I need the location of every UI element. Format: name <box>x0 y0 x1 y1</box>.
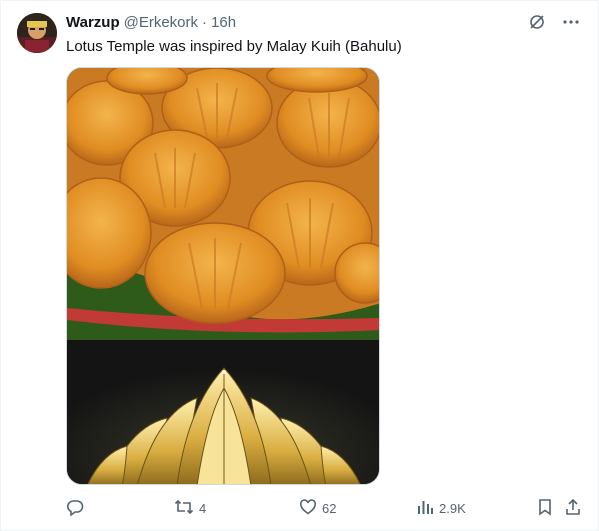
bookmark-button[interactable] <box>536 498 554 518</box>
repost-icon <box>174 498 194 519</box>
tweet-top-actions <box>527 12 581 32</box>
tweet-actions: 4 62 2.9K <box>66 498 581 520</box>
author-handle[interactable]: @Erkekork <box>124 14 198 32</box>
tweet-text: Lotus Temple was inspired by Malay Kuih … <box>66 38 402 55</box>
heart-icon <box>299 498 317 519</box>
grok-icon[interactable] <box>527 12 547 32</box>
repost-count: 4 <box>199 500 207 516</box>
like-button[interactable]: 62 <box>299 498 336 518</box>
reply-icon <box>66 498 84 519</box>
kuih-bahulu-image <box>67 68 379 340</box>
tweet-media[interactable] <box>66 67 380 485</box>
more-icon[interactable] <box>561 12 581 32</box>
share-icon <box>564 498 582 519</box>
views-button[interactable]: 2.9K <box>416 498 466 518</box>
lotus-temple-image <box>67 340 379 484</box>
like-count: 62 <box>322 500 337 516</box>
views-icon <box>416 498 434 519</box>
tweet-header: Warzup @Erkekork · 16h <box>66 14 236 32</box>
repost-button[interactable]: 4 <box>174 498 206 518</box>
bookmark-icon <box>536 498 554 519</box>
share-button[interactable] <box>564 498 582 518</box>
separator-dot: · <box>202 14 208 31</box>
author-name[interactable]: Warzup <box>66 14 120 32</box>
avatar[interactable] <box>17 13 57 53</box>
reply-button[interactable] <box>66 498 89 518</box>
tweet-timestamp[interactable]: 16h <box>211 14 236 32</box>
views-count: 2.9K <box>439 500 466 516</box>
